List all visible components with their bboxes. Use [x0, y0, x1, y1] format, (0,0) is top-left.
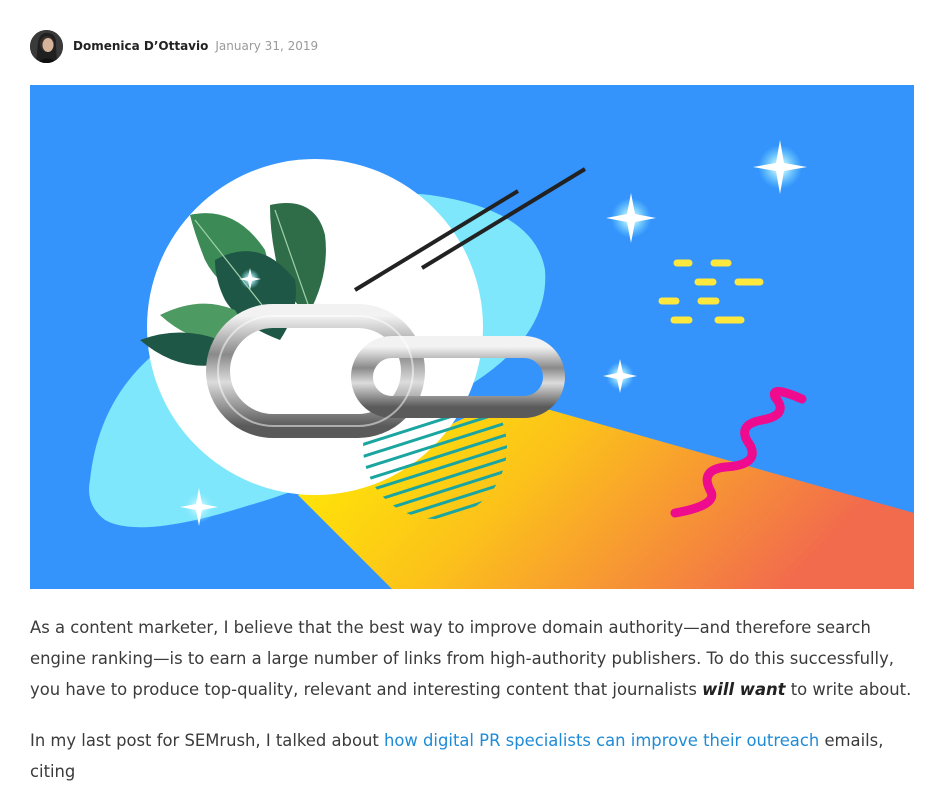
author-avatar[interactable]: [30, 29, 63, 63]
paragraph-2: In my last post for SEMrush, I talked ab…: [30, 725, 920, 787]
article-body: As a content marketer, I believe that th…: [30, 612, 920, 787]
author-name[interactable]: Domenica D’Ottavio: [73, 39, 208, 53]
hero-image: [30, 85, 914, 589]
paragraph-1: As a content marketer, I believe that th…: [30, 612, 920, 705]
post-byline: Domenica D’Ottavio January 31, 2019: [30, 29, 318, 63]
outreach-article-link[interactable]: how digital PR specialists can improve t…: [384, 731, 819, 750]
paragraph-text: to write about.: [785, 680, 912, 699]
post-date: January 31, 2019: [215, 39, 319, 53]
emphasis-text: will want: [702, 680, 786, 699]
author-avatar-image: [30, 29, 63, 63]
paragraph-text: In my last post for SEMrush, I talked ab…: [30, 731, 384, 750]
link-chain-illustration: [30, 85, 914, 589]
